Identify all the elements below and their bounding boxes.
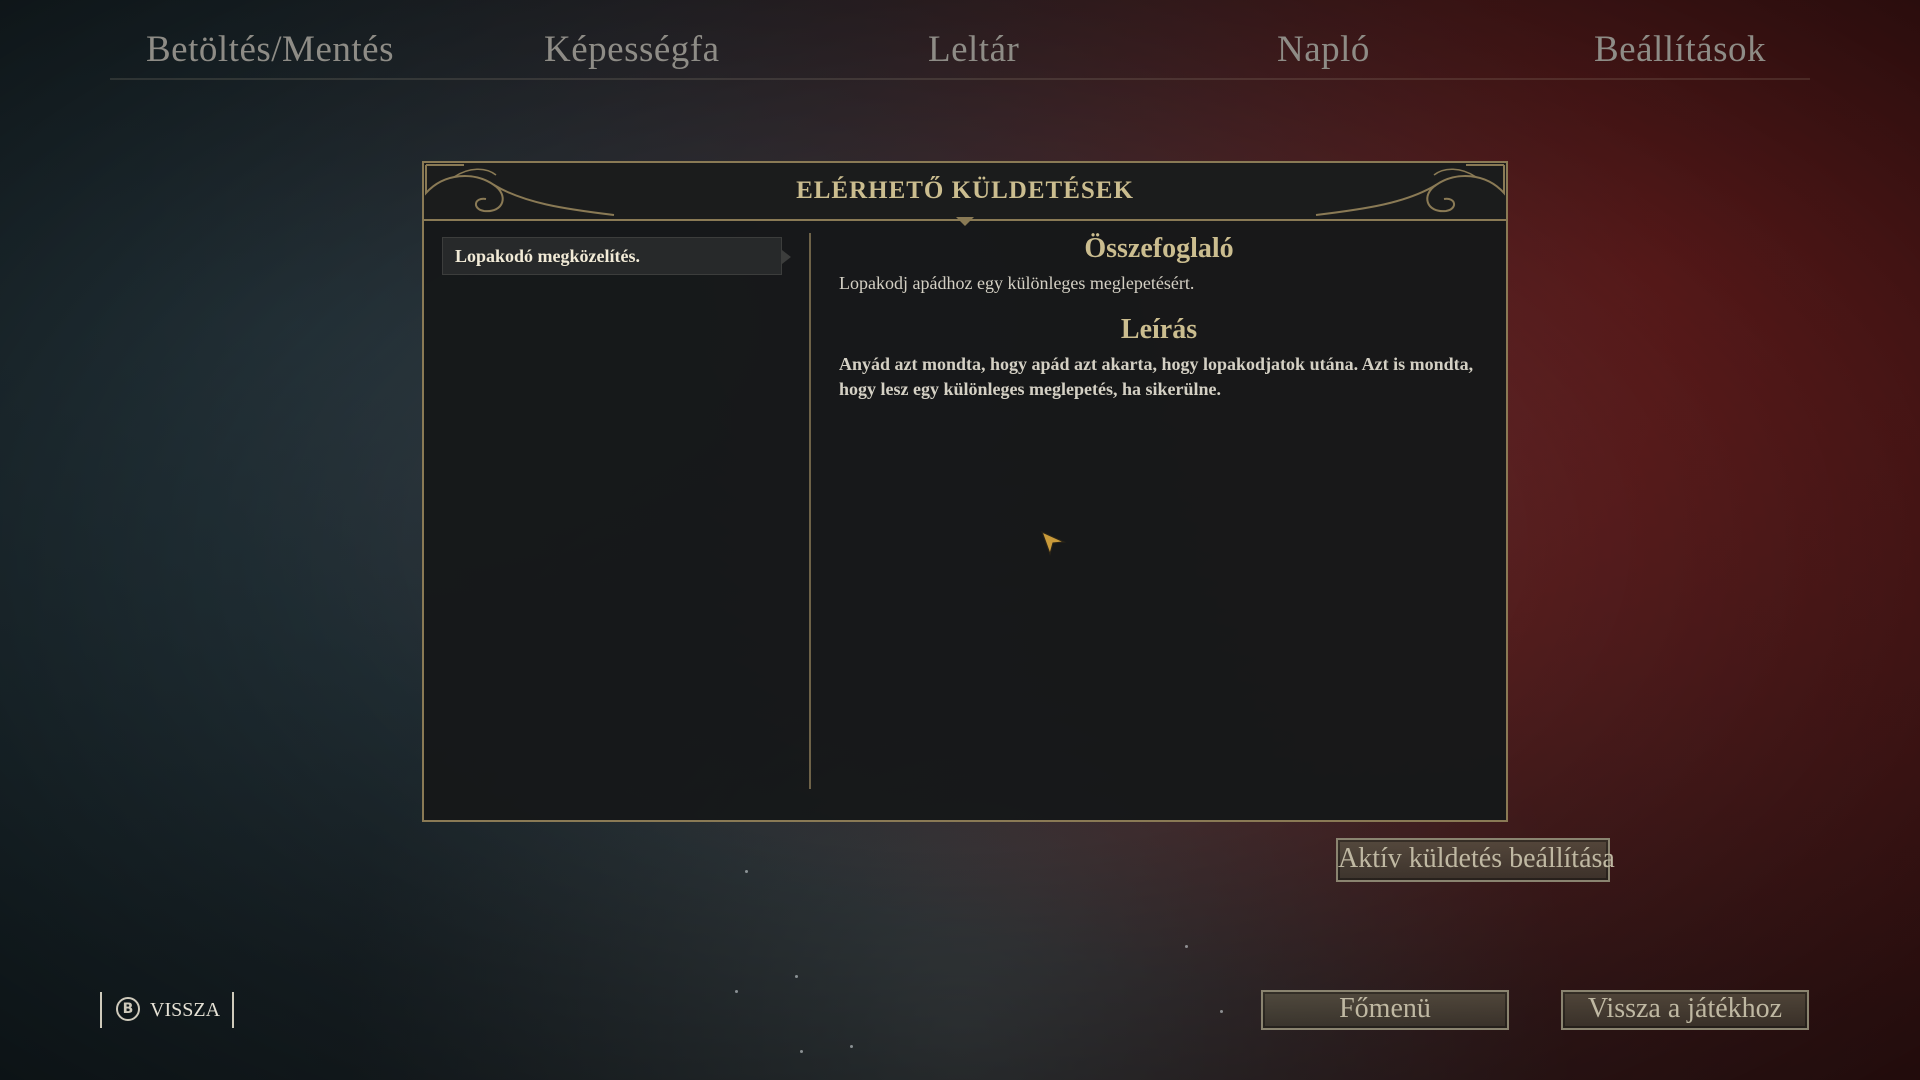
back-label: VISSZA (150, 999, 221, 1021)
particle (1185, 945, 1188, 948)
particle (735, 990, 738, 993)
description-text: Anyád azt mondta, hogy apád azt akarta, … (839, 354, 1474, 399)
column-divider (809, 233, 811, 789)
panel-title: ELÉRHETŐ KÜLDETÉSEK (796, 177, 1134, 204)
tab-settings[interactable]: Beállítások (1594, 28, 1766, 71)
selection-arrow-icon (782, 250, 791, 264)
tab-load-save[interactable]: Betöltés/Mentés (146, 28, 394, 71)
particle (800, 1050, 803, 1053)
quest-details: Összefoglaló Lopakodj apádhoz egy különl… (839, 233, 1479, 402)
tab-skill-tree[interactable]: Képességfa (544, 28, 720, 71)
tab-inventory[interactable]: Leltár (928, 28, 1019, 71)
particle (795, 975, 798, 978)
particle (850, 1045, 853, 1048)
description-heading: Leírás (1120, 314, 1198, 345)
mouse-cursor-icon (1040, 530, 1066, 556)
quest-list-item[interactable]: Lopakodó megközelítés. (442, 237, 791, 275)
quest-panel: ELÉRHETŐ KÜLDETÉSEK Lopakodó megközelíté… (422, 161, 1508, 822)
particle (1220, 1010, 1223, 1013)
summary-heading: Összefoglaló (1084, 233, 1234, 264)
main-menu-button[interactable]: Főmenü (1261, 990, 1509, 1030)
controller-b-button-icon: B (116, 997, 140, 1021)
quest-list-item-label: Lopakodó megközelítés. (455, 246, 641, 266)
summary-text: Lopakodj apádhoz egy különleges meglepet… (839, 273, 1195, 293)
header-notch-ornament (956, 217, 974, 226)
set-active-quest-button[interactable]: Aktív küldetés beállítása (1336, 838, 1615, 882)
back-button[interactable]: B VISSZA (100, 992, 234, 1028)
tab-journal[interactable]: Napló (1277, 28, 1370, 71)
return-to-game-button[interactable]: Vissza a játékhoz (1561, 990, 1809, 1030)
particle (745, 870, 748, 873)
panel-header: ELÉRHETŐ KÜLDETÉSEK (424, 163, 1506, 221)
top-navigation: Betöltés/Mentés Képességfa Leltár Napló … (110, 18, 1810, 80)
